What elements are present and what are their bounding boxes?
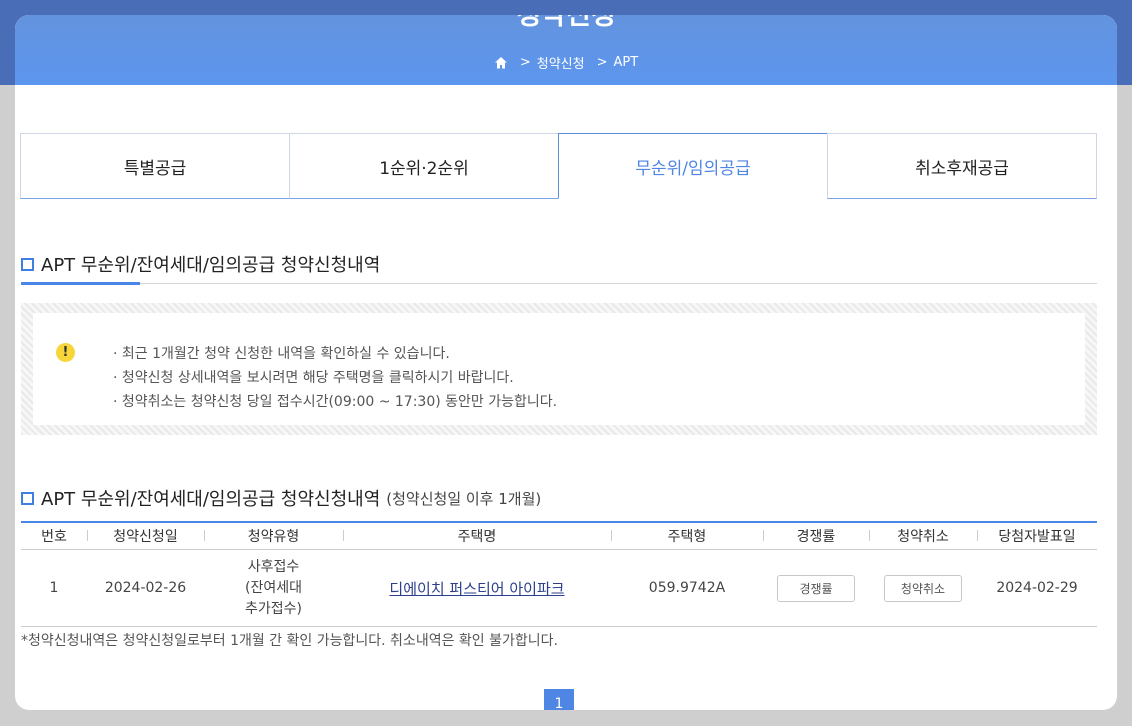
- tab-bar: 특별공급 1순위·2순위 무순위/임의공급 취소후재공급: [20, 133, 1097, 199]
- notice-item: 청약취소는 청약신청 당일 접수시간(09:00 ~ 17:30) 동안만 가능…: [113, 390, 557, 414]
- table-header-row: 번호 청약신청일 청약유형 주택명 주택형 경쟁률 청약취소 당첨자발표일: [21, 521, 1097, 550]
- column-header: 청약취소: [869, 521, 977, 550]
- page-header: 청약신청 > 청약신청 > APT: [15, 15, 1117, 85]
- apply-type-line: (잔여세대: [245, 579, 302, 596]
- tab-unranked-supply[interactable]: 무순위/임의공급: [558, 133, 828, 199]
- results-subtitle: (청약신청일 이후 1개월): [386, 489, 542, 508]
- tab-special-supply[interactable]: 특별공급: [20, 133, 290, 199]
- tab-first-second-rank[interactable]: 1순위·2순위: [289, 133, 559, 199]
- content-card: 청약신청 > 청약신청 > APT 특별공급 1순위·2순위 무순위/임의공급 …: [15, 15, 1117, 710]
- section-divider-accent: [21, 282, 140, 285]
- breadcrumb-item-apply[interactable]: 청약신청: [537, 53, 585, 72]
- cancel-application-button[interactable]: 청약취소: [884, 574, 962, 602]
- notice-item: 청약신청 상세내역을 보시려면 해당 주택명을 클릭하시기 바랍니다.: [113, 366, 557, 390]
- footnote: *청약신청내역은 청약신청일로부터 1개월 간 확인 가능합니다. 취소내역은 …: [21, 633, 558, 649]
- column-header: 주택형: [611, 521, 763, 550]
- results-table: 번호 청약신청일 청약유형 주택명 주택형 경쟁률 청약취소 당첨자발표일 1 …: [21, 521, 1097, 627]
- results-title-text: APT 무순위/잔여세대/임의공급 청약신청내역: [41, 489, 381, 510]
- column-header: 경쟁률: [763, 521, 869, 550]
- breadcrumb-item-apt[interactable]: APT: [613, 55, 638, 70]
- house-name-cell: 디에이치 퍼스티어 아이파크: [343, 549, 611, 627]
- section-title-text: APT 무순위/잔여세대/임의공급 청약신청내역: [41, 255, 381, 276]
- chevron-right-icon: >: [596, 55, 608, 70]
- breadcrumb: > 청약신청 > APT: [15, 53, 1117, 72]
- apply-date: 2024-02-26: [87, 549, 204, 627]
- row-number: 1: [21, 549, 87, 627]
- column-header: 번호: [21, 521, 87, 550]
- square-bullet-icon: [21, 257, 34, 271]
- apply-type-line: 추가접수): [245, 600, 302, 617]
- column-header: 당첨자발표일: [977, 521, 1097, 550]
- tab-resupply[interactable]: 취소후재공급: [827, 133, 1097, 199]
- notice-box: ! 최근 1개월간 청약 신청한 내역을 확인하실 수 있습니다. 청약신청 상…: [21, 303, 1097, 435]
- column-header: 청약유형: [204, 521, 343, 550]
- apply-type-line: 사후접수: [247, 558, 300, 575]
- house-type: 059.9742A: [611, 549, 763, 627]
- announce-date: 2024-02-29: [977, 549, 1097, 627]
- pagination-page[interactable]: 1: [544, 689, 574, 710]
- notice-list: 최근 1개월간 청약 신청한 내역을 확인하실 수 있습니다. 청약신청 상세내…: [113, 342, 557, 414]
- column-header: 청약신청일: [87, 521, 204, 550]
- table-row: 1 2024-02-26 사후접수 (잔여세대 추가접수) 디에이치 퍼스티어 …: [21, 549, 1097, 627]
- notice-inner: ! 최근 1개월간 청약 신청한 내역을 확인하실 수 있습니다. 청약신청 상…: [33, 313, 1085, 425]
- cancel-cell: 청약취소: [869, 549, 977, 627]
- chevron-right-icon: >: [519, 55, 531, 70]
- notice-item: 최근 1개월간 청약 신청한 내역을 확인하실 수 있습니다.: [113, 342, 557, 366]
- page-title: 청약신청: [516, 15, 616, 31]
- rate-cell: 경쟁률: [763, 549, 869, 627]
- house-name-link[interactable]: 디에이치 퍼스티어 아이파크: [389, 580, 564, 598]
- section-divider: [21, 283, 1097, 284]
- section-title: APT 무순위/잔여세대/임의공급 청약신청내역: [21, 251, 380, 277]
- column-header: 주택명: [343, 521, 611, 550]
- competition-rate-button[interactable]: 경쟁률: [777, 574, 855, 602]
- home-icon[interactable]: [494, 56, 508, 70]
- results-title: APT 무순위/잔여세대/임의공급 청약신청내역 (청약신청일 이후 1개월): [21, 485, 541, 511]
- square-bullet-icon: [21, 491, 34, 505]
- apply-type: 사후접수 (잔여세대 추가접수): [204, 549, 343, 627]
- warning-icon: !: [56, 343, 75, 362]
